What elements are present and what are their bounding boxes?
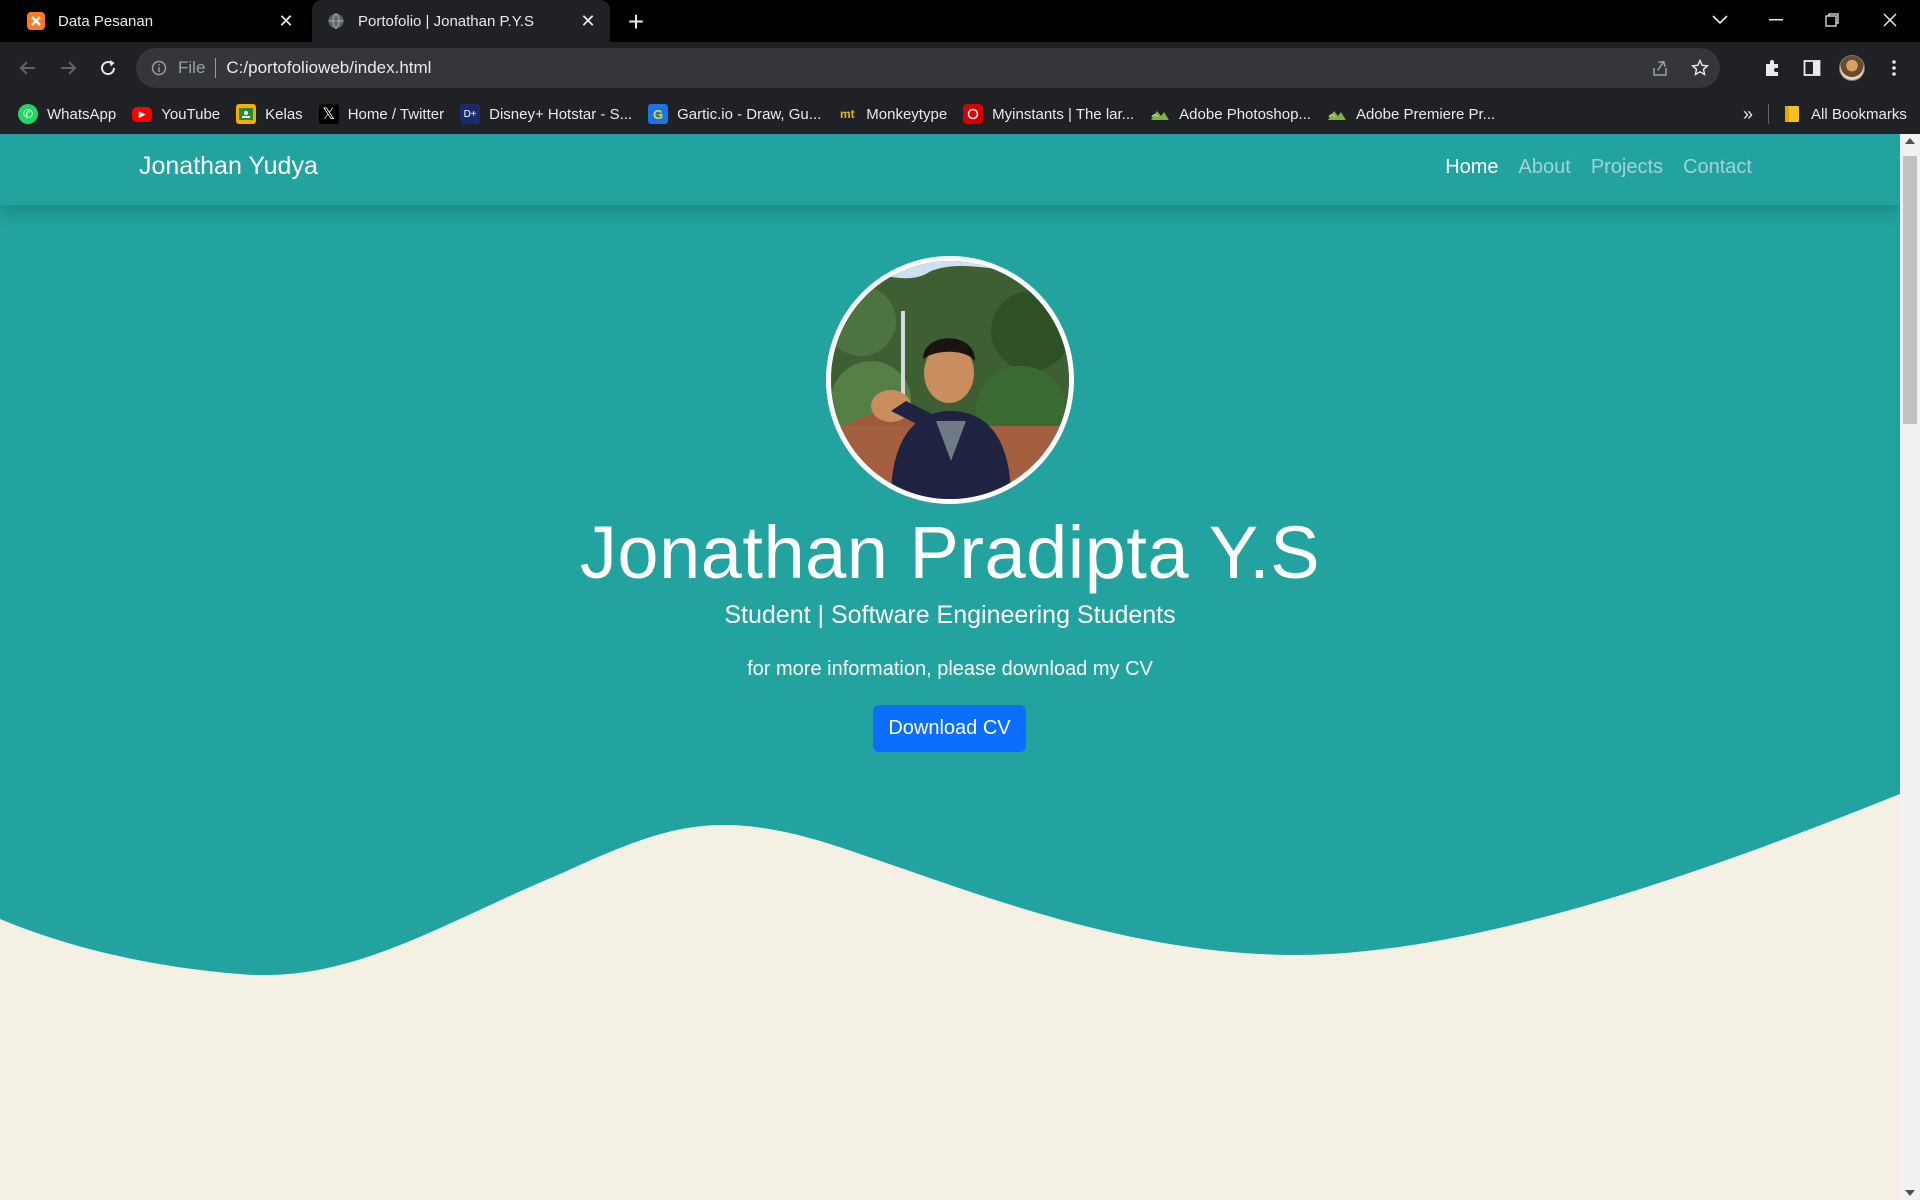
profile-image	[831, 261, 1069, 499]
globe-icon	[326, 11, 346, 31]
url-text[interactable]: C:/portofolioweb/index.html	[226, 58, 431, 78]
address-bar[interactable]: File C:/portofolioweb/index.html	[136, 48, 1720, 88]
folder-icon	[1782, 104, 1802, 124]
scrollbar-thumb[interactable]	[1903, 156, 1917, 424]
tab-data-pesanan[interactable]: Data Pesanan ✕	[12, 0, 308, 42]
site-navbar: Jonathan Yudya Home About Projects Conta…	[0, 134, 1900, 205]
link-icon	[1150, 104, 1170, 124]
share-icon[interactable]	[1640, 48, 1680, 88]
site-brand[interactable]: Jonathan Yudya	[139, 152, 318, 181]
download-cv-button[interactable]: Download CV	[873, 705, 1026, 752]
classroom-icon	[236, 104, 257, 124]
hotstar-icon: D+	[460, 104, 481, 124]
bookmark-gartic[interactable]: G Gartic.io - Draw, Gu...	[640, 99, 829, 129]
minimize-icon[interactable]	[1748, 0, 1804, 40]
restore-icon[interactable]	[1804, 0, 1860, 40]
browser-toolbar: File C:/portofolioweb/index.html	[0, 42, 1920, 94]
hero-section: Jonathan Pradipta Y.S Student | Software…	[0, 134, 1900, 1034]
bookmarks-divider	[1768, 104, 1769, 124]
window-close-icon[interactable]	[1862, 0, 1918, 40]
close-icon[interactable]: ✕	[272, 7, 300, 35]
back-icon[interactable]	[12, 52, 44, 84]
bookmarks-overflow-icon[interactable]: »	[1736, 94, 1760, 134]
url-scheme: File	[178, 58, 206, 77]
nav-projects[interactable]: Projects	[1591, 156, 1663, 179]
side-panel-icon[interactable]	[1796, 52, 1828, 84]
bookmark-label: Home / Twitter	[347, 105, 445, 123]
forward-icon[interactable]	[52, 52, 84, 84]
site-nav-links: Home About Projects Contact	[1445, 156, 1752, 179]
bookmarks-bar: ✆ WhatsApp ▶ YouTube Kelas 𝕏 Home / Twit…	[0, 94, 1920, 134]
myinstants-icon	[963, 104, 984, 124]
info-icon[interactable]	[150, 59, 168, 77]
extensions-icon[interactable]	[1756, 52, 1788, 84]
bookmark-label: Monkeytype	[866, 105, 948, 123]
bookmark-twitter[interactable]: 𝕏 Home / Twitter	[311, 99, 452, 129]
hero-info-text: for more information, please download my…	[747, 658, 1153, 680]
link-icon	[1327, 104, 1347, 124]
close-icon[interactable]: ✕	[574, 7, 602, 35]
scroll-down-icon[interactable]	[1905, 1190, 1915, 1196]
bookmark-label: Kelas	[265, 105, 303, 123]
bookmark-whatsapp[interactable]: ✆ WhatsApp	[10, 99, 124, 129]
tab-portofolio[interactable]: Portofolio | Jonathan P.Y.S ✕	[312, 0, 610, 42]
profile-avatar[interactable]	[1836, 52, 1868, 84]
bookmark-label: WhatsApp	[47, 105, 117, 123]
bookmark-monkeytype[interactable]: mt Monkeytype	[829, 99, 955, 129]
new-tab-button[interactable]: +	[620, 6, 652, 38]
all-bookmarks-label: All Bookmarks	[1811, 105, 1907, 123]
tab-strip: Data Pesanan ✕ Portofolio | Jonathan P.Y…	[0, 0, 1920, 42]
page-scrollbar[interactable]	[1900, 134, 1920, 1200]
avatar	[1839, 55, 1865, 81]
bookmark-label: Myinstants | The lar...	[992, 105, 1135, 123]
tab-title: Data Pesanan	[58, 12, 154, 30]
all-bookmarks-button[interactable]: All Bookmarks	[1774, 99, 1915, 129]
menu-icon[interactable]	[1878, 52, 1910, 84]
xampp-icon	[26, 11, 46, 31]
page-viewport: Jonathan Pradipta Y.S Student | Software…	[0, 134, 1900, 1200]
scroll-up-icon[interactable]	[1905, 138, 1915, 144]
reload-icon[interactable]	[92, 52, 124, 84]
bookmark-label: YouTube	[161, 105, 221, 123]
youtube-icon: ▶	[132, 106, 153, 122]
x-icon: 𝕏	[318, 104, 339, 124]
monkeytype-icon: mt	[839, 107, 855, 121]
tab-search-icon[interactable]	[1692, 0, 1748, 40]
bookmark-label: Adobe Premiere Pr...	[1355, 105, 1496, 123]
nav-home[interactable]: Home	[1445, 156, 1498, 179]
bookmark-myinstants[interactable]: Myinstants | The lar...	[955, 99, 1142, 129]
url-separator	[215, 58, 217, 78]
bookmark-label: Gartic.io - Draw, Gu...	[677, 105, 822, 123]
bookmark-hotstar[interactable]: D+ Disney+ Hotstar - S...	[452, 99, 640, 129]
bookmark-youtube[interactable]: ▶ YouTube	[124, 99, 228, 129]
bookmark-photoshop[interactable]: Adobe Photoshop...	[1142, 99, 1319, 129]
profile-photo	[826, 256, 1074, 504]
bookmark-label: Adobe Photoshop...	[1179, 105, 1311, 123]
bookmark-premiere[interactable]: Adobe Premiere Pr...	[1319, 99, 1503, 129]
whatsapp-icon: ✆	[18, 104, 38, 124]
bookmark-kelas[interactable]: Kelas	[228, 99, 311, 129]
gartic-icon: G	[648, 104, 669, 124]
nav-about[interactable]: About	[1519, 156, 1571, 179]
nav-contact[interactable]: Contact	[1683, 156, 1752, 179]
bookmark-star-icon[interactable]	[1680, 48, 1720, 88]
tab-title: Portofolio | Jonathan P.Y.S	[358, 12, 534, 30]
hero-subtitle: Student | Software Engineering Students	[724, 601, 1176, 629]
bookmark-label: Disney+ Hotstar - S...	[489, 105, 633, 123]
hero-name: Jonathan Pradipta Y.S	[579, 511, 1321, 594]
